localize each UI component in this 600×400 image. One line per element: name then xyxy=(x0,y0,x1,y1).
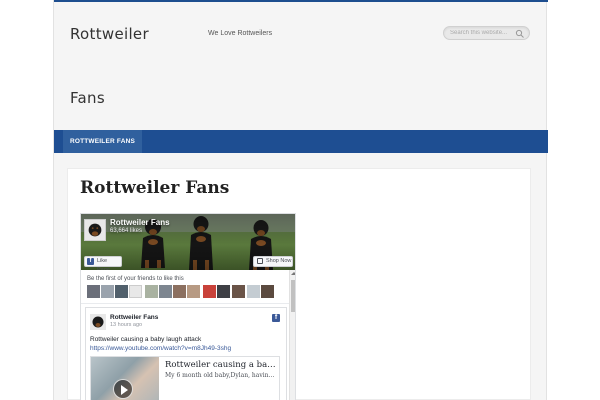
page-avatar[interactable] xyxy=(84,219,106,241)
site-title-line-2[interactable]: Fans xyxy=(70,88,105,108)
search-box[interactable] xyxy=(443,26,530,40)
post-author-avatar[interactable] xyxy=(90,314,106,330)
play-icon[interactable] xyxy=(113,379,133,399)
site-title[interactable]: Rottweiler Fans xyxy=(70,24,149,107)
card-title[interactable]: Rottweiler causing a baby... xyxy=(165,360,277,370)
search-input[interactable] xyxy=(450,28,510,38)
friend-avatar[interactable] xyxy=(87,285,100,298)
scrollbar-thumb[interactable] xyxy=(291,280,295,312)
facebook-icon[interactable]: f xyxy=(272,314,280,322)
friend-faces xyxy=(87,285,287,299)
search-icon[interactable] xyxy=(515,29,525,39)
facebook-page-widget: Rottweiler Fans 63,664 likes f Like Page… xyxy=(80,213,296,400)
fb-like-count: 63,664 likes xyxy=(110,228,143,234)
card-description: My 6 month old baby,Dylan, having a gig.… xyxy=(165,372,277,379)
friend-avatar[interactable] xyxy=(217,285,230,298)
friend-avatar[interactable] xyxy=(261,285,274,298)
video-thumbnail[interactable] xyxy=(91,357,159,400)
friend-avatar[interactable] xyxy=(101,285,114,298)
page-title: Rottweiler Fans xyxy=(80,178,230,198)
main-content: Rottweiler Fans Rottweiler Fans 63,664 l… xyxy=(67,168,531,400)
shop-now-label: Shop Now xyxy=(266,258,292,264)
friend-avatar[interactable] xyxy=(232,285,245,298)
primary-nav: ROTTWEILER FANS xyxy=(54,130,548,153)
friend-avatar[interactable] xyxy=(173,285,186,298)
friend-avatar[interactable] xyxy=(159,285,172,298)
facebook-icon: f xyxy=(87,258,94,265)
nav-item-rottweiler-fans[interactable]: ROTTWEILER FANS xyxy=(63,130,142,153)
widget-scrollbar[interactable] xyxy=(289,270,295,400)
page-wrapper: Rottweiler Fans We Love Rottweilers ROTT… xyxy=(53,0,548,400)
top-accent-line xyxy=(54,0,548,2)
cover-photo[interactable]: Rottweiler Fans 63,664 likes f Like Page… xyxy=(81,214,295,270)
site-title-line-1[interactable]: Rottweiler xyxy=(70,25,149,43)
friend-avatar[interactable] xyxy=(145,285,158,298)
timeline-post: Rottweiler Fans 13 hours ago f Rottweile… xyxy=(85,307,287,400)
post-text: Rottweiler causing a baby laugh attack xyxy=(90,336,202,343)
post-timestamp[interactable]: 13 hours ago xyxy=(110,322,142,328)
divider xyxy=(81,303,295,304)
friend-avatar[interactable] xyxy=(203,285,216,298)
friend-avatar[interactable] xyxy=(187,285,200,298)
shopping-bag-icon xyxy=(257,258,263,264)
friend-avatar[interactable] xyxy=(129,285,142,298)
post-author-name[interactable]: Rottweiler Fans xyxy=(110,314,158,321)
friend-avatar[interactable] xyxy=(115,285,128,298)
fb-page-name[interactable]: Rottweiler Fans xyxy=(110,218,170,227)
link-preview-card[interactable]: Rottweiler causing a baby... My 6 month … xyxy=(90,356,280,400)
post-link[interactable]: https://www.youtube.com/watch?v=m8Jh49-3… xyxy=(90,345,231,352)
scroll-up-arrow-icon[interactable] xyxy=(291,272,295,275)
friends-like-text: Be the first of your friends to like thi… xyxy=(87,276,184,282)
like-page-label: Like Page xyxy=(97,258,110,270)
friend-avatar[interactable] xyxy=(247,285,260,298)
like-page-button[interactable]: f Like Page xyxy=(84,256,122,270)
shop-now-button[interactable]: Shop Now xyxy=(253,256,293,267)
site-tagline: We Love Rottweilers xyxy=(208,30,273,37)
